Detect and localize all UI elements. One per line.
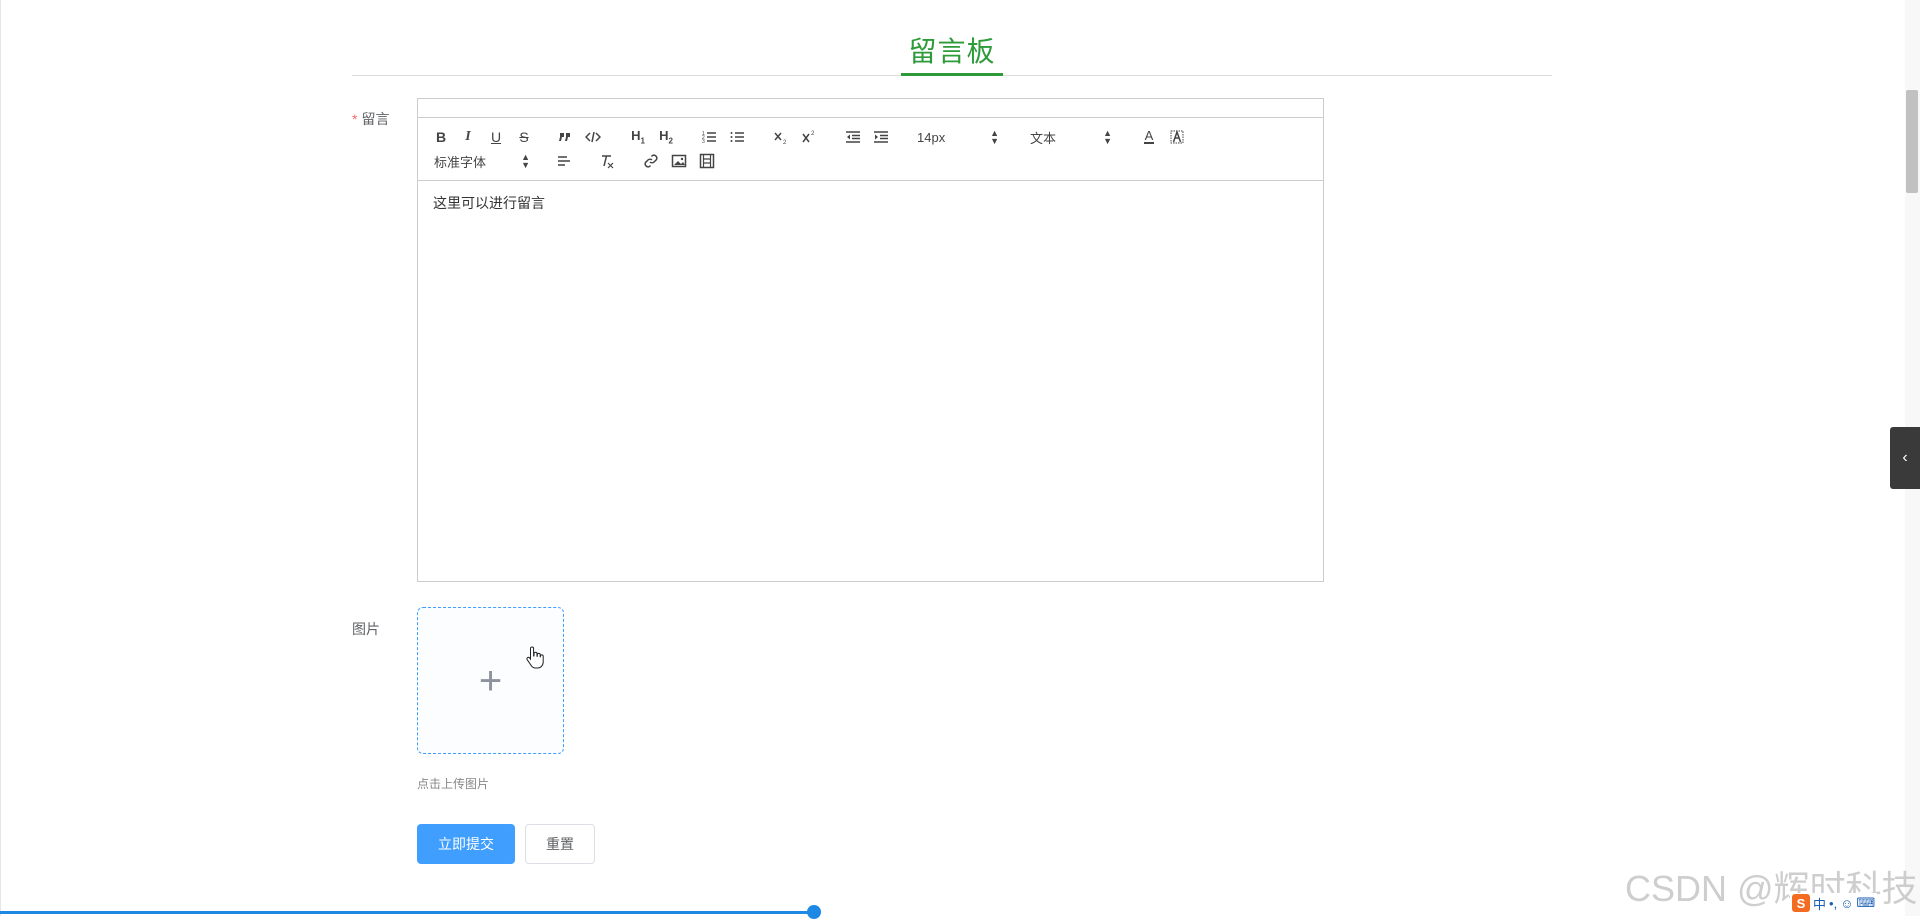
image-icon: [671, 154, 687, 168]
page-header: 留言板: [352, 0, 1552, 78]
ime-lang: 中: [1813, 896, 1827, 912]
submit-button[interactable]: 立即提交: [417, 824, 515, 864]
bold-button[interactable]: B: [430, 127, 452, 147]
header-select[interactable]: 文本 ▲ ▼: [1030, 127, 1112, 147]
chevron-left-icon: ‹: [1902, 449, 1908, 466]
h1-icon: H1: [631, 128, 645, 146]
subscript-button[interactable]: 2: [770, 127, 792, 147]
editor-text: 这里可以进行留言: [433, 195, 545, 211]
progress-bar: [0, 911, 815, 914]
font-color-icon: A: [1143, 128, 1155, 144]
message-label-text: 留言: [361, 111, 390, 127]
sogou-logo-icon: S: [1792, 894, 1810, 912]
h1-button[interactable]: H1: [627, 127, 649, 147]
outdent-icon: [846, 131, 860, 143]
image-upload-box[interactable]: +: [417, 607, 564, 754]
link-button[interactable]: [640, 151, 662, 171]
clear-format-button[interactable]: [596, 151, 618, 171]
indent-icon: [874, 131, 888, 143]
page-edge: [0, 0, 1, 916]
bullet-list-button[interactable]: [726, 127, 748, 147]
svg-text:2: 2: [783, 140, 787, 145]
underline-button[interactable]: U: [485, 127, 507, 147]
select-arrows-icon: ▲ ▼: [990, 128, 999, 146]
ime-toolbar[interactable]: S 中 •, ☺ ⌨: [1790, 893, 1878, 913]
reset-button[interactable]: 重置: [525, 824, 595, 864]
align-left-button[interactable]: [553, 151, 575, 171]
strikethrough-button[interactable]: S: [513, 127, 535, 147]
background-color-icon: [1170, 129, 1184, 144]
keyboard-icon: ⌨: [1856, 895, 1876, 910]
editor-content-area[interactable]: 这里可以进行留言: [417, 181, 1324, 582]
editor-toolbar: B I U S H1 H2 123 2 2 14px ▲ ▼ 文本 ▲ ▼ A …: [417, 117, 1324, 181]
upload-tip: 点击上传图片: [417, 777, 490, 791]
svg-text:3: 3: [702, 139, 705, 145]
image-button[interactable]: [668, 151, 690, 171]
font-family-select[interactable]: 标准字体 ▲ ▼: [434, 151, 530, 171]
emoji-icon: ☺: [1840, 895, 1854, 911]
background-color-button[interactable]: [1166, 127, 1188, 147]
outdent-button[interactable]: [842, 127, 864, 147]
italic-button[interactable]: I: [457, 127, 479, 147]
title-underline: [901, 73, 1003, 76]
h2-icon: H2: [659, 128, 673, 146]
image-label: 图片: [352, 621, 380, 637]
select-arrows-icon: ▲ ▼: [521, 152, 530, 170]
message-label: * 留言: [352, 109, 389, 129]
header-value: 文本: [1030, 130, 1057, 146]
font-size-value: 14px: [917, 129, 946, 145]
ordered-list-button[interactable]: 123: [698, 127, 720, 147]
blockquote-icon: [559, 133, 570, 141]
font-color-button[interactable]: A: [1138, 127, 1160, 147]
h2-button[interactable]: H2: [655, 127, 677, 147]
select-arrows-icon: ▲ ▼: [1103, 128, 1112, 146]
clear-format-icon: [602, 155, 614, 169]
bullet-list-icon: [730, 132, 744, 142]
superscript-icon: 2: [802, 131, 815, 143]
svg-text:2: 2: [811, 131, 815, 137]
indent-button[interactable]: [870, 127, 892, 147]
font-family-value: 标准字体: [434, 154, 487, 170]
subscript-icon: 2: [774, 132, 787, 145]
progress-knob[interactable]: [807, 905, 821, 919]
rich-text-editor: B I U S H1 H2 123 2 2 14px ▲ ▼ 文本 ▲ ▼ A …: [417, 98, 1324, 584]
font-size-select[interactable]: 14px ▲ ▼: [917, 127, 999, 147]
video-icon: [699, 153, 715, 169]
scrollbar-thumb[interactable]: [1906, 90, 1918, 193]
strikethrough-icon: S: [519, 129, 529, 145]
blockquote-button[interactable]: [554, 127, 576, 147]
superscript-button[interactable]: 2: [798, 127, 820, 147]
side-panel-toggle[interactable]: ‹: [1890, 427, 1920, 489]
page-title: 留言板: [908, 36, 996, 67]
required-mark: *: [352, 111, 358, 127]
align-left-icon: [558, 156, 570, 166]
ordered-list-icon: 123: [702, 131, 716, 145]
ime-punct: •,: [1829, 895, 1838, 911]
code-block-button[interactable]: [582, 127, 604, 147]
hand-cursor-icon: [526, 646, 544, 669]
video-button[interactable]: [696, 151, 718, 171]
italic-icon: I: [465, 129, 471, 144]
link-icon: [644, 154, 658, 168]
editor-top-bar: [417, 98, 1324, 117]
code-block-icon: [585, 131, 601, 143]
bold-icon: B: [435, 129, 447, 145]
plus-icon: +: [478, 658, 503, 703]
underline-icon: U: [490, 129, 502, 145]
